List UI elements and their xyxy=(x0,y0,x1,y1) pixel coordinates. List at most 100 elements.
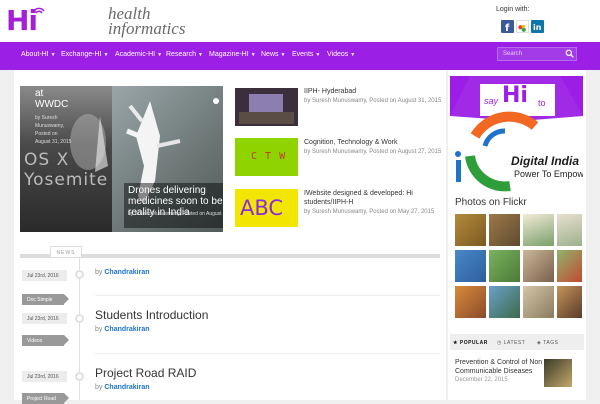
nav-item-events[interactable]: Events ▼ xyxy=(292,51,320,58)
featured-meta: by Suresh Munuswamy, Posted on August xyxy=(128,211,222,217)
post-title[interactable]: IWebsite designed & developed: Hi studen… xyxy=(304,189,444,207)
flickr-photo[interactable] xyxy=(455,250,486,282)
site-logo[interactable]: Hi xyxy=(6,4,76,38)
nav-item-research[interactable]: Research ▼ xyxy=(166,51,203,58)
clock-icon: ◷ xyxy=(497,340,502,346)
post-title[interactable]: Cognition, Technology & Work xyxy=(304,138,444,147)
classroom-image xyxy=(235,88,298,126)
post-title[interactable]: IIPH- Hyderabad xyxy=(304,87,444,96)
tag-icon: ◈ xyxy=(537,340,542,346)
login-label: Login with: xyxy=(496,6,530,13)
digital-india-banner[interactable]: say Hi to Digital India Power To Empower xyxy=(450,76,583,197)
site-tagline: health informatics xyxy=(108,5,186,38)
nav-item-videos[interactable]: Videos ▼ xyxy=(327,51,355,58)
nav-item-academic[interactable]: Academic-HI ▼ xyxy=(115,51,162,58)
star-icon: ★ xyxy=(453,340,458,346)
date-tag: Jul 23rd, 2016 xyxy=(22,371,67,382)
featured-slide-drone[interactable]: Drones delivering medicines soon to be a… xyxy=(112,86,223,232)
promo-digital-india: Digital India xyxy=(511,154,580,168)
flickr-photo[interactable] xyxy=(557,250,582,282)
search-icon[interactable] xyxy=(565,49,574,58)
main-content: at WWDC by Suresh Munuswamy, Posted on A… xyxy=(14,70,446,404)
promo-to: to xyxy=(538,98,546,108)
flickr-widget-title: Photos on Flickr xyxy=(455,197,527,208)
flickr-photo[interactable] xyxy=(455,286,486,318)
chevron-down-icon: ▼ xyxy=(350,52,356,58)
nav-item-exchange[interactable]: Exchange-HI ▼ xyxy=(61,51,108,58)
site-header: Hi health informatics Login with: f in xyxy=(0,0,600,42)
featured-overlay-text: OS X Yosemite xyxy=(24,150,109,190)
tab-popular[interactable]: ★ POPULAR xyxy=(453,340,488,346)
post-meta: by Suresh Munuswamy, Posted on May 27, 2… xyxy=(304,209,435,215)
flickr-photo[interactable] xyxy=(523,286,554,318)
date-tag: Jul 23rd, 2016 xyxy=(22,313,67,324)
date-tag: Jul 23rd, 2016 xyxy=(22,270,67,281)
promo-hi: Hi xyxy=(502,83,528,108)
flickr-photo[interactable] xyxy=(489,250,520,282)
post-thumbnail[interactable] xyxy=(235,88,298,126)
author-link[interactable]: Chandrakiran xyxy=(104,326,149,333)
tag-arrow xyxy=(64,393,69,403)
row-divider xyxy=(95,353,440,354)
post-meta: by Suresh Munuswamy, Posted on August 27… xyxy=(304,149,442,155)
flickr-photo[interactable] xyxy=(489,214,520,246)
tag-arrow xyxy=(64,335,69,345)
timeline-dot xyxy=(75,372,84,381)
author-byline: by Chandrakiran xyxy=(95,384,150,391)
slider-dot[interactable] xyxy=(213,98,219,104)
featured-meta: Munuswamy, xyxy=(35,123,65,129)
entry-title[interactable]: Students Introduction xyxy=(95,308,208,322)
chevron-down-icon: ▼ xyxy=(280,52,286,58)
featured-meta: Posted on xyxy=(35,131,58,137)
flickr-photo[interactable] xyxy=(523,250,554,282)
category-tag[interactable]: Videos xyxy=(22,335,64,346)
sidebar-post-date: December 22, 2015 xyxy=(455,377,508,383)
author-link[interactable]: Chandrakiran xyxy=(104,384,149,391)
tab-tags[interactable]: ◈ TAGS xyxy=(537,340,558,346)
chevron-down-icon: ▼ xyxy=(50,52,56,58)
sidebar-post-title[interactable]: Prevention & Control of Non Communicable… xyxy=(455,358,545,376)
chevron-down-icon: ▼ xyxy=(197,52,203,58)
author-link[interactable]: Chandrakiran xyxy=(104,269,149,276)
promo-say: say xyxy=(484,96,499,106)
svg-text:f: f xyxy=(505,23,510,33)
entry-title[interactable]: Project Road RAID xyxy=(95,366,196,380)
nav-item-news[interactable]: News ▼ xyxy=(261,51,285,58)
ctw-logo-text: C T W xyxy=(251,151,287,162)
featured-title: WWDC xyxy=(35,99,69,110)
timeline-dot xyxy=(75,314,84,323)
featured-title: at xyxy=(35,88,44,99)
timeline-dot xyxy=(75,270,84,279)
flickr-photo[interactable] xyxy=(523,214,554,246)
flickr-photo[interactable] xyxy=(489,286,520,318)
news-section-label: NEWS xyxy=(50,246,82,258)
chevron-down-icon: ▼ xyxy=(250,52,256,58)
category-tag[interactable]: Project Road xyxy=(22,393,64,404)
author-byline: by Chandrakiran xyxy=(95,269,150,276)
flickr-photo[interactable] xyxy=(455,214,486,246)
linkedin-icon[interactable]: in xyxy=(531,20,544,33)
flickr-photo[interactable] xyxy=(557,286,582,318)
facebook-icon[interactable]: f xyxy=(501,20,514,34)
featured-slide-wwdc[interactable]: at WWDC by Suresh Munuswamy, Posted on A… xyxy=(20,86,112,232)
chevron-down-icon: ▼ xyxy=(157,52,163,58)
category-tag[interactable]: Doc Simple xyxy=(22,294,64,305)
row-divider xyxy=(95,295,440,296)
featured-meta: by Suresh xyxy=(35,115,58,121)
google-icon[interactable] xyxy=(516,20,529,33)
post-thumbnail[interactable]: ABC xyxy=(235,189,298,227)
section-divider xyxy=(20,254,440,258)
chevron-down-icon: ▼ xyxy=(315,52,321,58)
wifi-icon xyxy=(33,7,45,14)
nav-item-magazine[interactable]: Magazine-HI ▼ xyxy=(209,51,256,58)
post-meta: by Suresh Munuswamy, Posted on August 31… xyxy=(304,98,442,104)
tagline-line: informatics xyxy=(108,19,186,38)
chevron-down-icon: ▼ xyxy=(103,52,109,58)
sidebar-post-thumbnail[interactable] xyxy=(544,359,572,387)
svg-text:in: in xyxy=(533,23,542,32)
post-thumbnail[interactable]: C T W xyxy=(235,138,298,176)
nav-item-about[interactable]: About-HI ▼ xyxy=(21,51,56,58)
flickr-photo[interactable] xyxy=(557,214,582,246)
promo-tagline: Power To Empower xyxy=(514,169,583,179)
tab-latest[interactable]: ◷ LATEST xyxy=(497,340,525,346)
